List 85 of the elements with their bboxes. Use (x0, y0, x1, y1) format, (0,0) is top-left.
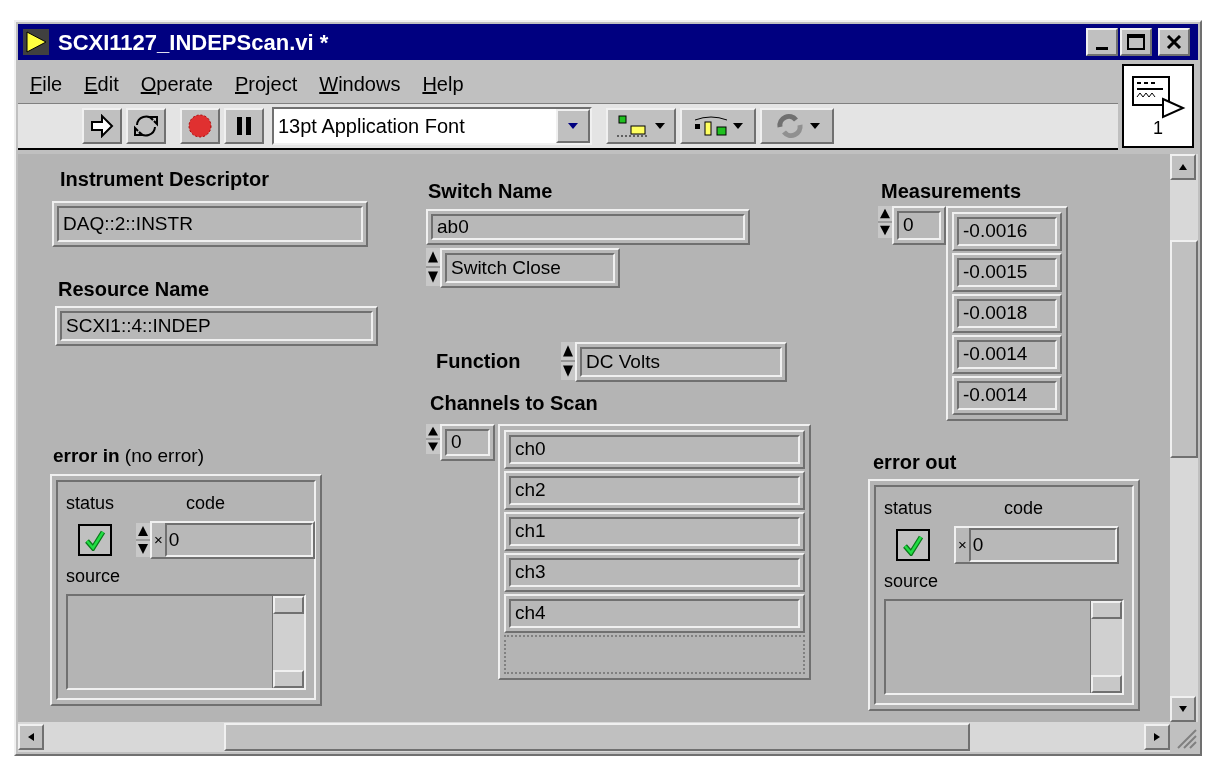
distribute-objects-button[interactable] (680, 108, 756, 144)
maximize-button[interactable] (1120, 28, 1152, 56)
channel-field[interactable]: ch3 (504, 553, 805, 592)
run-continuously-button[interactable] (126, 108, 166, 144)
pause-icon (235, 115, 253, 137)
abort-button[interactable] (180, 108, 220, 144)
distribute-icon (693, 114, 729, 138)
increment-decrement-icon[interactable] (136, 523, 150, 557)
circular-arrows-icon (132, 113, 160, 139)
channel-field[interactable]: ch0 (504, 430, 805, 469)
close-icon (1166, 35, 1182, 49)
code-label: code (1004, 497, 1044, 520)
menu-item[interactable]: Windows (319, 68, 401, 99)
vertical-scrollbar[interactable] (1170, 154, 1198, 722)
scroll-down-button[interactable] (1170, 696, 1196, 722)
control-label: error in (no error) (53, 444, 204, 468)
status-checkbox[interactable] (896, 529, 930, 561)
align-objects-button[interactable] (606, 108, 676, 144)
source-text-box[interactable] (66, 594, 306, 690)
radix-label: × (957, 534, 968, 555)
horizontal-scrollbar[interactable] (18, 722, 1170, 752)
checkmark-icon (902, 534, 924, 556)
caret-icon (655, 123, 665, 129)
scroll-left-button[interactable] (18, 724, 44, 750)
measurement-field[interactable]: -0.0015 (952, 253, 1062, 292)
control-label: Function (436, 349, 521, 374)
source-label: source (884, 570, 940, 593)
caret-icon (733, 123, 743, 129)
source-text-box[interactable] (884, 599, 1124, 695)
control-label: Measurements (881, 179, 1022, 204)
control-label: Switch Name (428, 179, 553, 204)
font-dropdown[interactable]: 13pt Application Font (272, 107, 592, 145)
control-label: Channels to Scan (430, 391, 598, 416)
menu-item[interactable]: Operate (140, 68, 213, 99)
radix-label: × (153, 529, 164, 550)
window-title: SCXI1127_INDEPScan.vi * (58, 28, 330, 57)
run-arrow-icon (89, 114, 115, 138)
scroll-up-button[interactable] (1170, 154, 1196, 180)
measurement-field[interactable]: -0.0014 (952, 335, 1062, 374)
minimize-button[interactable] (1086, 28, 1118, 56)
code-field[interactable]: × 0 (954, 526, 1119, 564)
scrollbar-thumb[interactable] (1170, 240, 1198, 458)
scroll-right-button[interactable] (1144, 724, 1170, 750)
run-button[interactable] (82, 108, 122, 144)
increment-decrement-icon[interactable] (426, 424, 440, 454)
vi-icon (22, 28, 50, 56)
control-label: error out (873, 450, 957, 475)
instrument-descriptor-field[interactable]: DAQ::2::INSTR (52, 201, 368, 247)
reorder-button[interactable] (760, 108, 834, 144)
control-label: Instrument Descriptor (60, 167, 269, 192)
connector-number: 1 (1153, 119, 1163, 137)
status-label: status (66, 492, 115, 515)
stop-sign-icon (187, 113, 213, 139)
close-button[interactable] (1158, 28, 1190, 56)
function-ring[interactable]: DC Volts (575, 342, 787, 382)
menu-item[interactable]: Edit (84, 68, 119, 99)
code-label: code (186, 492, 226, 515)
measurement-field[interactable]: -0.0016 (952, 212, 1062, 251)
array-index-field[interactable]: 0 (892, 206, 946, 245)
array-index-field[interactable]: 0 (440, 424, 495, 461)
dropdown-arrow-icon (567, 122, 579, 130)
channel-field[interactable]: ch2 (504, 471, 805, 510)
caret-icon (810, 123, 820, 129)
vi-connector-icon (1129, 75, 1187, 119)
resource-name-field[interactable]: SCXI1::4::INDEP (55, 306, 378, 346)
switch-name-field[interactable]: ab0 (426, 209, 750, 245)
increment-decrement-icon[interactable] (561, 342, 575, 380)
status-label: status (884, 497, 933, 520)
menu-item[interactable]: Help (422, 68, 464, 99)
channel-field[interactable]: ch4 (504, 594, 805, 633)
measurement-field[interactable]: -0.0014 (952, 376, 1062, 415)
switch-action-ring[interactable]: Switch Close (440, 248, 620, 288)
pause-button[interactable] (224, 108, 264, 144)
menu-item[interactable]: File (30, 68, 63, 99)
channel-field[interactable]: ch1 (504, 512, 805, 551)
increment-decrement-icon[interactable] (878, 206, 892, 238)
increment-decrement-icon[interactable] (426, 248, 440, 286)
code-field[interactable]: × 0 (150, 521, 315, 559)
control-label: Resource Name (58, 277, 210, 302)
status-checkbox[interactable] (78, 524, 112, 556)
menu-item[interactable]: Project (235, 68, 298, 99)
scrollbar-thumb[interactable] (224, 723, 970, 751)
source-label: source (66, 565, 122, 588)
checkmark-icon (84, 529, 106, 551)
measurement-field[interactable]: -0.0018 (952, 294, 1062, 333)
